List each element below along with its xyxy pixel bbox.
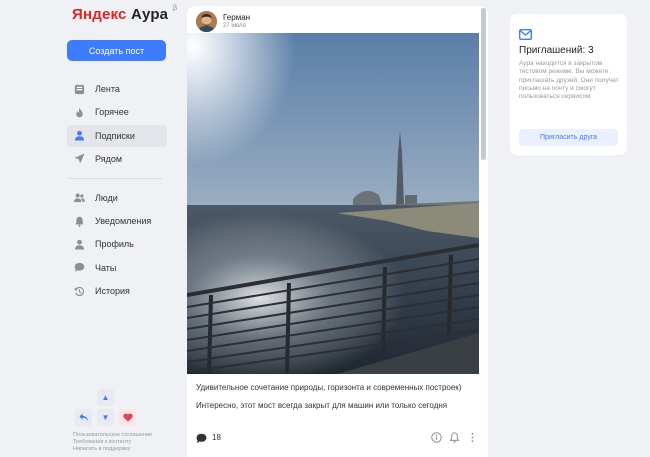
invites-description: Аура находится в закрытом тестовом режим…	[519, 60, 619, 101]
heart-icon	[122, 413, 133, 422]
sidebar-item-label: Подписки	[95, 130, 135, 141]
sidebar-item-subscriptions[interactable]: Подписки	[67, 124, 167, 147]
location-arrow-icon	[73, 153, 85, 165]
post-header: Герман 27 июля	[196, 10, 250, 32]
post-text-paragraph-1: Удивительное сочетание природы, горизонт…	[196, 383, 462, 392]
history-icon	[73, 285, 85, 297]
post-actions: 18	[196, 430, 478, 444]
logo-yandex: Яндекс	[72, 6, 127, 23]
create-post-button[interactable]: Создать пост	[67, 40, 166, 61]
footer-links: Пользовательское соглашение Требования к…	[73, 432, 152, 454]
support-link[interactable]: Написать в поддержку	[73, 446, 152, 453]
profile-icon	[73, 238, 85, 250]
like-button[interactable]	[119, 409, 136, 426]
sidebar-nav: Лента Горячее Подписки Рядом Люди Уведом…	[67, 78, 167, 303]
sidebar-item-hot[interactable]: Горячее	[67, 101, 167, 123]
logo-aura: Аура	[130, 6, 169, 23]
sidebar-item-profile[interactable]: Профиль	[67, 233, 167, 255]
sidebar-item-label: Горячее	[95, 107, 129, 118]
info-icon[interactable]	[430, 431, 442, 443]
sidebar-item-history[interactable]: История	[67, 280, 167, 302]
sidebar-item-label: Уведомления	[95, 216, 152, 227]
post-date: 27 июля	[223, 23, 246, 29]
person-icon	[73, 130, 85, 142]
people-icon	[73, 192, 85, 204]
arrow-down-icon: ▼	[101, 413, 110, 422]
scroll-down-button[interactable]: ▼	[97, 409, 114, 426]
sidebar-item-nearby[interactable]: Рядом	[67, 148, 167, 170]
sidebar-item-label: История	[95, 286, 130, 297]
feed-icon	[73, 83, 85, 95]
invites-card: Приглашений: 3 Аура находится в закрытом…	[510, 14, 627, 155]
sidebar-item-people[interactable]: Люди	[67, 187, 167, 209]
sidebar-item-notifications[interactable]: Уведомления	[67, 210, 167, 232]
back-button[interactable]	[75, 409, 92, 426]
mail-icon	[518, 27, 533, 41]
beta-badge: β	[173, 5, 178, 12]
sidebar-item-label: Лента	[95, 84, 120, 94]
flame-icon	[73, 106, 85, 118]
more-icon[interactable]	[466, 431, 478, 443]
app-logo[interactable]: Яндекс Аура β	[72, 5, 177, 23]
post-secondary-actions	[430, 431, 478, 443]
comment-count[interactable]: 18	[212, 433, 221, 442]
sidebar-item-feed[interactable]: Лента	[67, 78, 167, 100]
avatar[interactable]	[196, 10, 217, 32]
bell-icon	[73, 215, 85, 227]
author-name[interactable]: Герман	[223, 13, 250, 23]
post-photo[interactable]	[187, 33, 479, 374]
post-card: Герман 27 июля Удивительное сочетание пр…	[187, 6, 488, 457]
nav-divider	[67, 177, 162, 179]
sidebar-item-label: Чаты	[95, 262, 117, 273]
content-requirements-link[interactable]: Требования к контенту	[73, 439, 152, 446]
post-text: Удивительное сочетание природы, горизонт…	[196, 383, 478, 411]
scrollbar[interactable]	[481, 8, 486, 160]
arrow-up-icon: ▲	[101, 393, 110, 402]
sidebar-item-label: Люди	[95, 192, 118, 203]
invites-title: Приглашений: 3	[519, 45, 594, 56]
scroll-up-button[interactable]: ▲	[97, 389, 114, 406]
sidebar-item-label: Рядом	[95, 153, 123, 164]
sidebar-item-chats[interactable]: Чаты	[67, 257, 167, 279]
post-text-paragraph-2: Интересно, этот мост всегда закрыт для м…	[196, 400, 448, 410]
sidebar-item-label: Профиль	[95, 239, 134, 250]
invite-friend-button[interactable]: Пригласить друга	[519, 129, 618, 146]
author-block: Герман 27 июля	[223, 13, 250, 29]
comment-icon[interactable]	[196, 431, 208, 444]
bell-icon[interactable]	[448, 431, 460, 443]
user-agreement-link[interactable]: Пользовательское соглашение	[73, 432, 152, 439]
chat-icon	[73, 262, 85, 274]
back-arrow-icon	[79, 413, 88, 422]
